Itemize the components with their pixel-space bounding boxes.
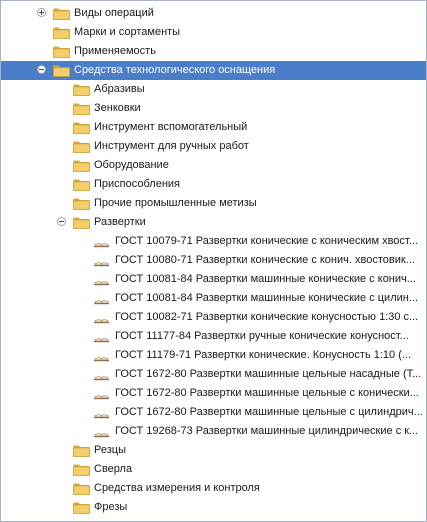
document-icon bbox=[93, 311, 110, 324]
document-icon bbox=[93, 368, 110, 381]
tree-document[interactable]: ГОСТ 1672-80 Развертки машинные цельные … bbox=[1, 403, 426, 422]
catalog-tree[interactable]: Виды операций Марки и сортаменты Применяем… bbox=[0, 0, 427, 522]
folder-icon bbox=[73, 501, 90, 514]
tree-document[interactable]: ГОСТ 10081-84 Развертки машинные коничес… bbox=[1, 289, 426, 308]
tree-item-child[interactable]: Резцы bbox=[1, 441, 426, 460]
document-icon bbox=[93, 330, 110, 343]
document-label: ГОСТ 19268-73 Развертки машинные цилиндр… bbox=[115, 425, 419, 437]
expand-plus-icon[interactable] bbox=[37, 8, 46, 17]
folder-label: Абразивы bbox=[94, 83, 145, 95]
collapse-minus-icon[interactable] bbox=[37, 65, 46, 74]
folder-label: Средства измерения и контроля bbox=[94, 482, 260, 494]
tree-item-child[interactable]: Средства измерения и контроля bbox=[1, 479, 426, 498]
folder-label: Сверла bbox=[94, 463, 133, 475]
tree-item-child[interactable]: Прочие промышленные метизы bbox=[1, 194, 426, 213]
document-icon bbox=[93, 406, 110, 419]
folder-label: Средства технологического оснащения bbox=[74, 64, 276, 76]
tree-document[interactable]: ГОСТ 1672-80 Развертки машинные цельные … bbox=[1, 384, 426, 403]
folder-label: Инструмент вспомогательный bbox=[94, 121, 248, 133]
document-label: ГОСТ 11177-84 Развертки ручные конически… bbox=[115, 330, 409, 342]
folder-icon bbox=[73, 463, 90, 476]
tree-document[interactable]: ГОСТ 10081-84 Развертки машинные коничес… bbox=[1, 270, 426, 289]
folder-label: Инструмент для ручных работ bbox=[94, 140, 249, 152]
folder-label: Прочие промышленные метизы bbox=[94, 197, 257, 209]
tree-item-child[interactable]: Инструмент вспомогательный bbox=[1, 118, 426, 137]
tree-item-top[interactable]: Виды операций bbox=[1, 4, 426, 23]
tree-item-child[interactable]: Зенковки bbox=[1, 99, 426, 118]
folder-icon bbox=[53, 64, 70, 77]
collapse-minus-icon[interactable] bbox=[57, 217, 66, 226]
document-label: ГОСТ 10079-71 Развертки конические с кон… bbox=[115, 235, 418, 247]
folder-icon bbox=[73, 482, 90, 495]
tree-document[interactable]: ГОСТ 10080-71 Развертки конические с кон… bbox=[1, 251, 426, 270]
tree-item-child[interactable]: Инструмент для ручных работ bbox=[1, 137, 426, 156]
tree-item-child[interactable]: Приспособления bbox=[1, 175, 426, 194]
document-label: ГОСТ 10082-71 Развертки конические конус… bbox=[115, 311, 419, 323]
folder-label: Виды операций bbox=[74, 7, 154, 19]
tree-document[interactable]: ГОСТ 11177-84 Развертки ручные конически… bbox=[1, 327, 426, 346]
folder-icon bbox=[73, 444, 90, 457]
folder-label: Фрезы bbox=[94, 501, 128, 513]
document-label: ГОСТ 10081-84 Развертки машинные коничес… bbox=[115, 273, 416, 285]
tree-document[interactable]: ГОСТ 19268-73 Развертки машинные цилиндр… bbox=[1, 422, 426, 441]
folder-icon bbox=[73, 140, 90, 153]
document-icon bbox=[93, 292, 110, 305]
document-label: ГОСТ 1672-80 Развертки машинные цельные … bbox=[115, 368, 422, 380]
folder-label: Резцы bbox=[94, 444, 126, 456]
folder-label: Приспособления bbox=[94, 178, 181, 190]
document-label: ГОСТ 10080-71 Развертки конические с кон… bbox=[115, 254, 415, 266]
folder-icon bbox=[73, 159, 90, 172]
folder-icon bbox=[53, 45, 70, 58]
folder-label: Зенковки bbox=[94, 102, 141, 114]
tree-item-top[interactable]: Применяемость bbox=[1, 42, 426, 61]
folder-label: Применяемость bbox=[74, 45, 156, 57]
folder-icon bbox=[53, 7, 70, 20]
tree-document[interactable]: ГОСТ 11179-71 Развертки конические. Кону… bbox=[1, 346, 426, 365]
tree-item-selected[interactable]: Средства технологического оснащения bbox=[1, 61, 426, 80]
document-label: ГОСТ 11179-71 Развертки конические. Кону… bbox=[115, 349, 412, 361]
folder-label: Развертки bbox=[94, 216, 146, 228]
tree-item-expanded[interactable]: Развертки bbox=[1, 213, 426, 232]
tree-document[interactable]: ГОСТ 10079-71 Развертки конические с кон… bbox=[1, 232, 426, 251]
document-label: ГОСТ 1672-80 Развертки машинные цельные … bbox=[115, 387, 419, 399]
document-icon bbox=[93, 235, 110, 248]
document-label: ГОСТ 10081-84 Развертки машинные коничес… bbox=[115, 292, 419, 304]
folder-icon bbox=[73, 216, 90, 229]
document-icon bbox=[93, 273, 110, 286]
tree-item-child[interactable]: Абразивы bbox=[1, 80, 426, 99]
tree-item-child[interactable]: Фрезы bbox=[1, 498, 426, 517]
tree-item-child[interactable]: Оборудование bbox=[1, 156, 426, 175]
folder-label: Оборудование bbox=[94, 159, 169, 171]
folder-icon bbox=[53, 26, 70, 39]
tree-item-top[interactable]: Марки и сортаменты bbox=[1, 23, 426, 42]
tree-document[interactable]: ГОСТ 10082-71 Развертки конические конус… bbox=[1, 308, 426, 327]
folder-icon bbox=[73, 102, 90, 115]
tree-item-child[interactable]: Сверла bbox=[1, 460, 426, 479]
document-icon bbox=[93, 349, 110, 362]
folder-icon bbox=[73, 178, 90, 191]
folder-icon bbox=[73, 83, 90, 96]
document-icon bbox=[93, 254, 110, 267]
document-icon bbox=[93, 425, 110, 438]
folder-icon bbox=[73, 197, 90, 210]
document-label: ГОСТ 1672-80 Развертки машинные цельные … bbox=[115, 406, 423, 418]
folder-icon bbox=[73, 121, 90, 134]
document-icon bbox=[93, 387, 110, 400]
folder-label: Марки и сортаменты bbox=[74, 26, 181, 38]
tree-document[interactable]: ГОСТ 1672-80 Развертки машинные цельные … bbox=[1, 365, 426, 384]
